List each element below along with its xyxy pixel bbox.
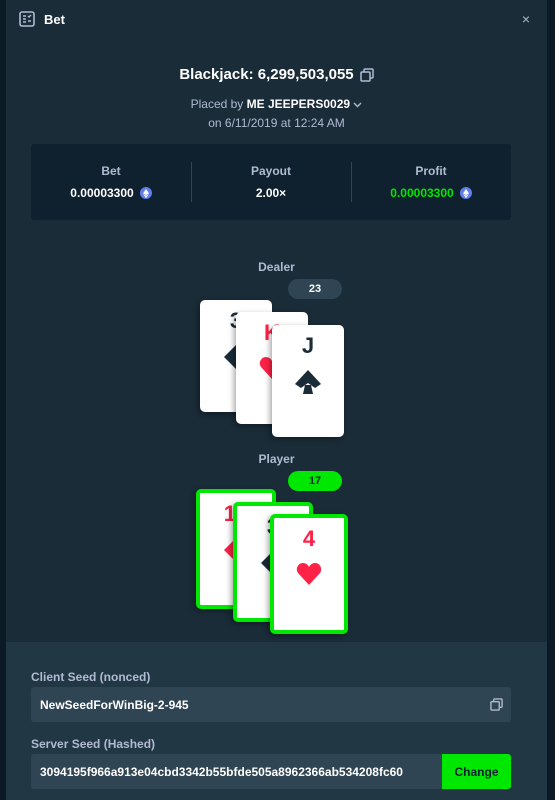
client-seed-field[interactable]: NewSeedForWinBig-2-945 [31,687,511,722]
client-seed-label: Client Seed (nonced) [31,670,151,684]
modal-title: Bet [44,11,65,27]
eth-coin-icon [139,187,152,199]
server-seed-field[interactable]: 3094195f966a913e04cbd3342b55bfde505a8962… [31,754,511,789]
placed-on-date: on 6/11/2019 at 12:24 AM [208,116,345,130]
placed-by-prefix: Placed by [190,97,244,111]
payout-stat: Payout 2.00× [191,144,351,220]
dealer-score-badge: 23 [288,279,342,299]
server-seed-value: 3094195f966a913e04cbd3342b55bfde505a8962… [40,764,403,779]
player-label: Player [258,452,295,466]
dealer-label: Dealer [258,260,295,274]
placed-by: Placed by ME JEEPERS0029 [6,97,547,111]
username-link[interactable]: ME JEEPERS0029 [247,97,350,111]
server-seed-label: Server Seed (Hashed) [31,737,156,751]
copy-icon[interactable] [359,67,374,82]
player-card-3: 4 [270,514,348,634]
payout-label: Payout [250,164,291,178]
change-button[interactable]: Change [442,754,511,789]
heart-icon [274,562,344,586]
spade-icon [272,369,344,395]
bet-stats: Bet 0.00003300 Payout 2.00× Profit 0.000… [31,144,511,220]
chevron-down-icon[interactable] [353,97,362,111]
card-rank: 4 [302,526,316,551]
game-title-row: Blackjack: 6,299,503,055 [6,66,547,83]
copy-icon[interactable] [481,698,511,711]
close-icon[interactable]: × [517,10,535,28]
bet-slip-icon [18,10,36,28]
profit-value-row: 0.00003300 [390,186,472,200]
bet-value-row: 0.00003300 [70,186,152,200]
payout-value: 2.00× [255,186,287,200]
dealer-card-3: J [272,325,344,437]
bet-stat: Bet 0.00003300 [31,144,191,220]
modal-header: Bet × [6,0,547,38]
profit-stat: Profit 0.00003300 [351,144,511,220]
eth-coin-icon [459,187,472,199]
fairness-footer: Client Seed (nonced) NewSeedForWinBig-2-… [6,642,547,800]
game-title: Blackjack: 6,299,503,055 [179,66,354,83]
scrollbar[interactable] [547,0,555,800]
client-seed-value: NewSeedForWinBig-2-945 [40,697,189,712]
profit-value: 0.00003300 [390,186,454,200]
profit-label: Profit [415,164,447,178]
bet-label: Bet [101,164,121,178]
card-rank: J [301,333,315,358]
bet-value: 0.00003300 [70,186,134,200]
bet-modal: Bet × Blackjack: 6,299,503,055 Placed by… [6,0,547,800]
player-score-badge: 17 [288,471,342,491]
